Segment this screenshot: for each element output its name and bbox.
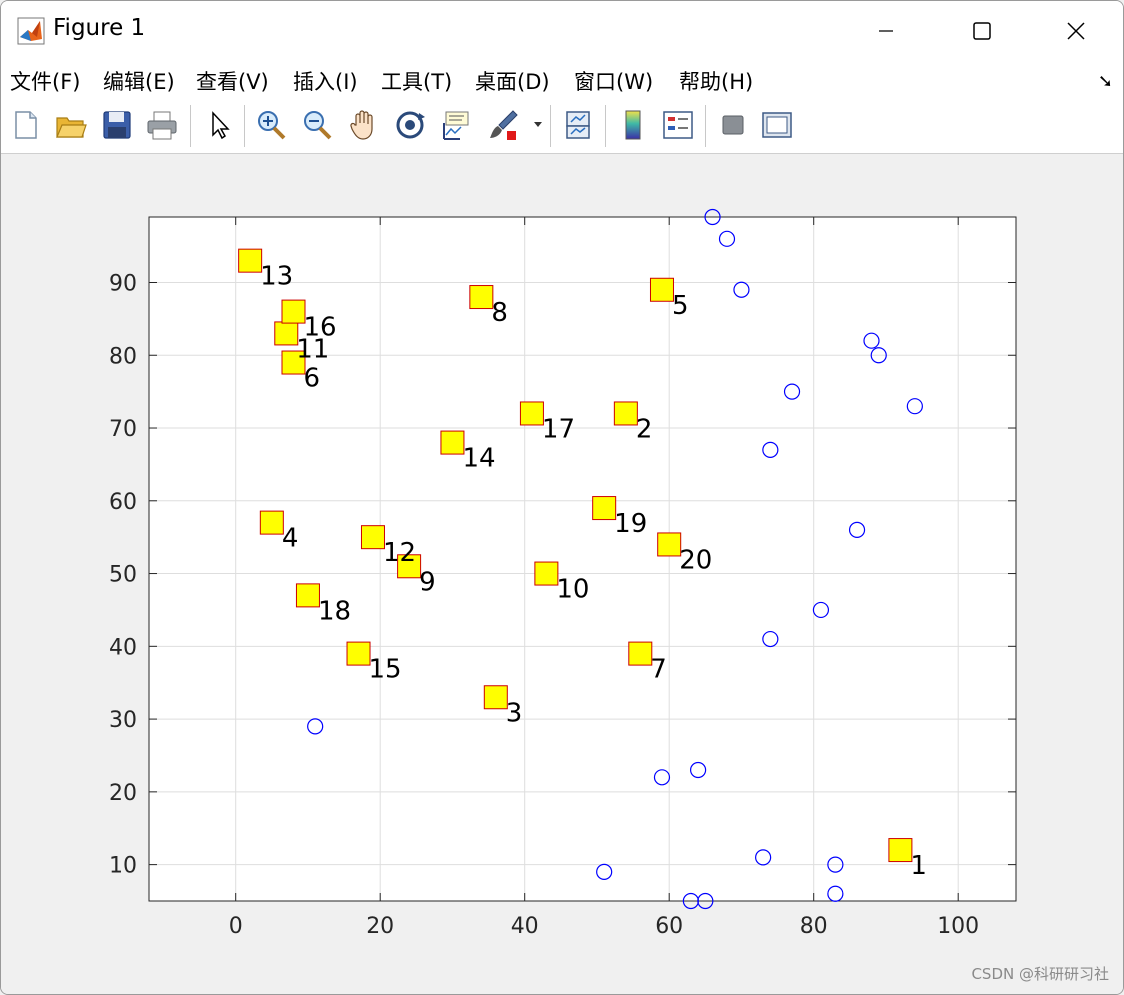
zoom-in-icon[interactable] bbox=[253, 107, 289, 143]
point-label: 1 bbox=[910, 851, 927, 881]
point-label: 4 bbox=[282, 524, 299, 554]
square-point bbox=[295, 583, 320, 608]
square-point bbox=[360, 525, 385, 550]
point-label: 3 bbox=[506, 698, 523, 728]
toolbar-separator bbox=[705, 105, 706, 147]
square-point bbox=[440, 430, 465, 455]
toolbar-separator bbox=[605, 105, 606, 147]
pan-hand-icon[interactable] bbox=[346, 107, 382, 143]
rotate-3d-icon[interactable] bbox=[392, 107, 428, 143]
print-icon[interactable] bbox=[144, 107, 180, 143]
y-tick-label: 80 bbox=[109, 344, 137, 369]
toolbar-separator bbox=[190, 105, 191, 147]
square-point bbox=[259, 510, 284, 535]
figure-window: Figure 1 文件(F) 编辑(E) 查看(V) 插入(I) 工具(T) 桌… bbox=[0, 0, 1124, 995]
title-bar[interactable]: Figure 1 bbox=[1, 1, 1123, 61]
matlab-logo-icon bbox=[17, 17, 45, 45]
window-title: Figure 1 bbox=[53, 15, 146, 41]
point-label: 17 bbox=[542, 414, 575, 444]
square-point bbox=[592, 496, 617, 521]
legend-icon[interactable] bbox=[660, 107, 696, 143]
menu-desktop[interactable]: 桌面(D) bbox=[475, 66, 550, 96]
hide-plot-tools-icon[interactable] bbox=[715, 107, 751, 143]
y-tick-label: 50 bbox=[109, 563, 137, 588]
select-arrow-icon[interactable] bbox=[201, 107, 237, 143]
y-tick-label: 90 bbox=[109, 271, 137, 296]
save-icon[interactable] bbox=[99, 107, 135, 143]
square-point bbox=[534, 561, 559, 586]
menu-edit[interactable]: 编辑(E) bbox=[103, 66, 175, 96]
square-point bbox=[519, 401, 544, 426]
figure-toolbar bbox=[1, 99, 1123, 154]
square-point bbox=[649, 277, 674, 302]
figure-canvas: 0 20 40 60 80 100 10 20 30 40 50 60 70 80 90 1 2 3 4 5 6 7 8 9 1… bbox=[1, 154, 1123, 994]
square-point bbox=[613, 401, 638, 426]
point-label: 20 bbox=[679, 545, 712, 575]
menu-tools[interactable]: 工具(T) bbox=[381, 66, 452, 96]
menu-window[interactable]: 窗口(W) bbox=[574, 66, 653, 96]
point-label: 13 bbox=[260, 262, 293, 292]
point-label: 5 bbox=[672, 291, 689, 321]
maximize-button[interactable] bbox=[959, 9, 1005, 53]
square-point bbox=[274, 321, 299, 346]
scatter-chart: 0 20 40 60 80 100102030405060708090123456789 1… bbox=[109, 208, 1017, 939]
square-point bbox=[628, 641, 653, 666]
point-label: 10 bbox=[556, 575, 589, 605]
y-tick-label: 30 bbox=[109, 708, 137, 733]
y-tick-label: 70 bbox=[109, 417, 137, 442]
point-label: 9 bbox=[419, 567, 436, 597]
close-icon bbox=[1067, 22, 1085, 40]
menu-file[interactable]: 文件(F) bbox=[10, 66, 80, 96]
new-figure-icon[interactable] bbox=[7, 107, 43, 143]
point-label: 18 bbox=[318, 596, 351, 626]
point-label: 14 bbox=[462, 444, 495, 474]
square-point bbox=[238, 248, 263, 273]
point-label: 19 bbox=[614, 509, 647, 539]
square-point bbox=[281, 299, 306, 324]
square-point bbox=[888, 838, 913, 863]
x-tick-label: 60 bbox=[655, 914, 683, 939]
y-tick-label: 40 bbox=[109, 635, 137, 660]
toolbar-separator bbox=[550, 105, 551, 147]
open-file-icon[interactable] bbox=[53, 107, 89, 143]
square-point bbox=[469, 285, 494, 310]
brush-dropdown-icon[interactable] bbox=[533, 119, 543, 129]
menu-bar: 文件(F) 编辑(E) 查看(V) 插入(I) 工具(T) 桌面(D) 窗口(W… bbox=[1, 61, 1123, 99]
square-point bbox=[657, 532, 682, 557]
menu-insert[interactable]: 插入(I) bbox=[293, 66, 358, 96]
point-label: 12 bbox=[383, 538, 416, 568]
watermark: CSDN @科研研习社 bbox=[971, 965, 1109, 983]
brush-icon[interactable] bbox=[485, 107, 521, 143]
menu-view[interactable]: 查看(V) bbox=[196, 66, 269, 96]
x-tick-label: 20 bbox=[366, 914, 394, 939]
point-label: 2 bbox=[636, 414, 653, 444]
square-point bbox=[346, 641, 371, 666]
y-tick-label: 20 bbox=[109, 781, 137, 806]
y-tick-label: 10 bbox=[109, 854, 137, 879]
point-label: 7 bbox=[650, 655, 667, 685]
minimize-button[interactable] bbox=[863, 9, 909, 53]
point-label: 15 bbox=[369, 655, 402, 685]
x-tick-label: 100 bbox=[937, 914, 979, 939]
menu-help[interactable]: 帮助(H) bbox=[679, 66, 753, 96]
zoom-out-icon[interactable] bbox=[299, 107, 335, 143]
point-label: 8 bbox=[491, 298, 508, 328]
square-point bbox=[483, 685, 508, 710]
point-label: 6 bbox=[304, 364, 321, 394]
dock-figure-icon[interactable]: ➘ bbox=[1098, 71, 1113, 92]
y-tick-label: 60 bbox=[109, 490, 137, 515]
link-plot-icon[interactable] bbox=[560, 107, 596, 143]
data-cursor-icon[interactable] bbox=[438, 107, 474, 143]
colorbar-icon[interactable] bbox=[615, 107, 651, 143]
x-tick-label: 80 bbox=[800, 914, 828, 939]
close-button[interactable] bbox=[1053, 9, 1099, 53]
toolbar-separator bbox=[244, 105, 245, 147]
point-label: 16 bbox=[304, 313, 337, 343]
x-tick-label: 40 bbox=[511, 914, 539, 939]
axes-background[interactable] bbox=[149, 217, 1016, 901]
show-plot-tools-icon[interactable] bbox=[759, 107, 795, 143]
x-tick-label: 0 bbox=[229, 914, 243, 939]
minimize-icon bbox=[879, 30, 893, 32]
maximize-icon bbox=[973, 22, 991, 40]
